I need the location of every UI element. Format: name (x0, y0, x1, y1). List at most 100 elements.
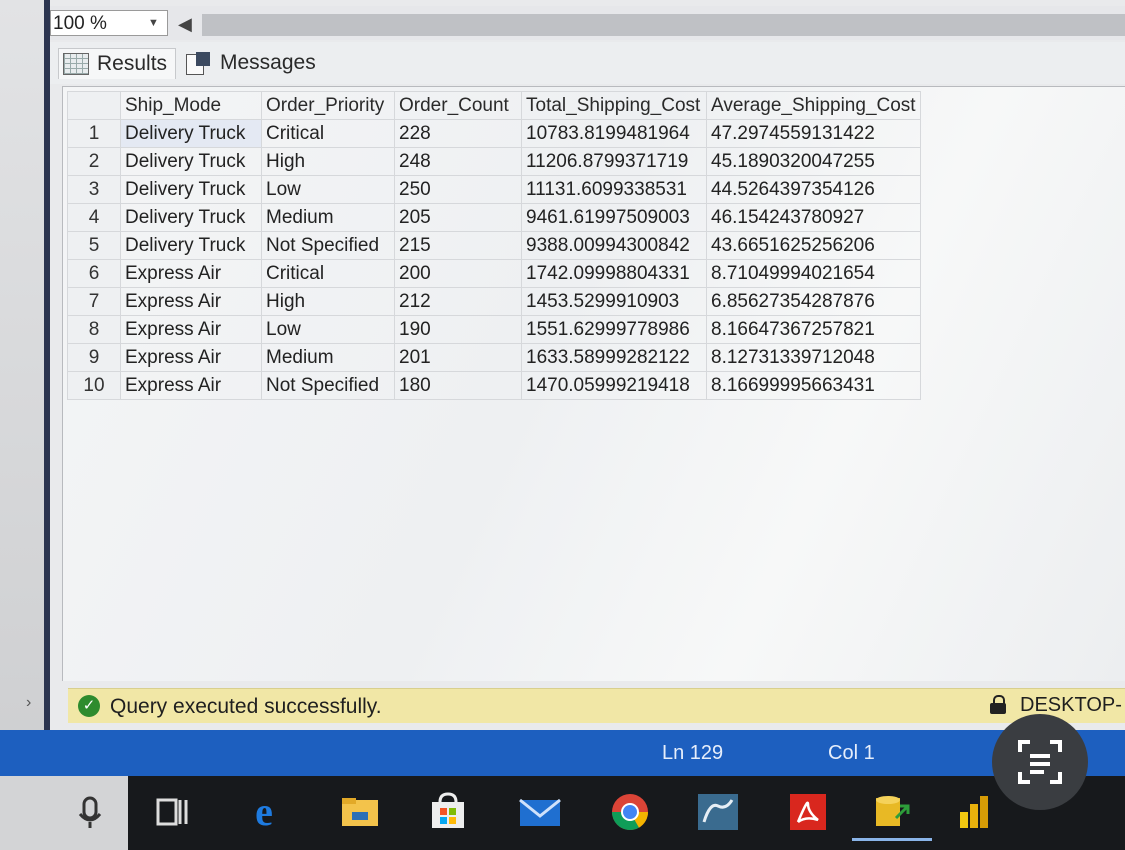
cell-avg[interactable]: 47.2974559131422 (706, 119, 921, 148)
cell-count[interactable]: 205 (394, 203, 522, 232)
store-icon[interactable] (426, 792, 470, 832)
text-scan-button[interactable] (992, 714, 1088, 810)
row-number[interactable]: 5 (67, 231, 121, 260)
row-number[interactable]: 4 (67, 203, 121, 232)
results-table: Ship_Mode Order_Priority Order_Count Tot… (67, 91, 921, 400)
horizontal-scrollbar[interactable] (202, 14, 1125, 36)
cell-priority[interactable]: Medium (261, 203, 395, 232)
row-number[interactable]: 8 (67, 315, 121, 344)
mail-icon[interactable] (518, 792, 562, 832)
row-number[interactable]: 7 (67, 287, 121, 316)
table-row[interactable]: 2 Delivery Truck High 248 11206.87993717… (67, 147, 921, 176)
tab-messages[interactable]: Messages (180, 48, 322, 78)
cell-count[interactable]: 228 (394, 119, 522, 148)
table-row[interactable]: 7 Express Air High 212 1453.5299910903 6… (67, 287, 921, 316)
cell-priority[interactable]: High (261, 287, 395, 316)
row-number[interactable]: 6 (67, 259, 121, 288)
cell-avg[interactable]: 45.1890320047255 (706, 147, 921, 176)
table-row[interactable]: 5 Delivery Truck Not Specified 215 9388.… (67, 231, 921, 260)
row-number[interactable]: 3 (67, 175, 121, 204)
table-row[interactable]: 8 Express Air Low 190 1551.62999778986 8… (67, 315, 921, 344)
cell-ship-mode[interactable]: Express Air (120, 315, 262, 344)
column-header[interactable]: Average_Shipping_Cost (706, 91, 921, 120)
table-row[interactable]: 3 Delivery Truck Low 250 11131.609933853… (67, 175, 921, 204)
column-header[interactable]: Order_Priority (261, 91, 395, 120)
results-grid[interactable]: Ship_Mode Order_Priority Order_Count Tot… (62, 86, 1125, 681)
row-number[interactable]: 9 (67, 343, 121, 372)
cell-ship-mode[interactable]: Delivery Truck (120, 119, 262, 148)
cell-priority[interactable]: Critical (261, 259, 395, 288)
cell-priority[interactable]: Not Specified (261, 371, 395, 400)
row-number[interactable]: 2 (67, 147, 121, 176)
cell-priority[interactable]: Low (261, 315, 395, 344)
scroll-left-icon[interactable]: ◀ (178, 14, 192, 35)
success-check-icon: ✓ (78, 695, 100, 717)
cell-count[interactable]: 201 (394, 343, 522, 372)
cell-ship-mode[interactable]: Delivery Truck (120, 203, 262, 232)
row-number[interactable]: 1 (67, 119, 121, 148)
column-header[interactable]: Ship_Mode (120, 91, 262, 120)
cell-ship-mode[interactable]: Express Air (120, 259, 262, 288)
chrome-icon[interactable] (608, 792, 652, 832)
cell-total[interactable]: 1453.5299910903 (521, 287, 707, 316)
cell-priority[interactable]: Critical (261, 119, 395, 148)
ssms-icon[interactable] (870, 792, 914, 832)
cell-total[interactable]: 1470.05999219418 (521, 371, 707, 400)
cell-total[interactable]: 9388.00994300842 (521, 231, 707, 260)
cell-total[interactable]: 10783.8199481964 (521, 119, 707, 148)
cell-total[interactable]: 11206.8799371719 (521, 147, 707, 176)
cell-priority[interactable]: Not Specified (261, 231, 395, 260)
acrobat-icon[interactable] (786, 792, 830, 832)
cell-count[interactable]: 212 (394, 287, 522, 316)
file-explorer-icon[interactable] (338, 792, 382, 832)
cell-ship-mode[interactable]: Delivery Truck (120, 231, 262, 260)
cell-count[interactable]: 250 (394, 175, 522, 204)
cell-ship-mode[interactable]: Delivery Truck (120, 147, 262, 176)
cell-ship-mode[interactable]: Express Air (120, 287, 262, 316)
cell-priority[interactable]: Medium (261, 343, 395, 372)
cell-avg[interactable]: 8.16647367257821 (706, 315, 921, 344)
cell-count[interactable]: 248 (394, 147, 522, 176)
task-view-icon[interactable] (150, 792, 194, 832)
mic-icon[interactable] (68, 792, 112, 832)
cell-ship-mode[interactable]: Delivery Truck (120, 175, 262, 204)
cell-count[interactable]: 200 (394, 259, 522, 288)
cell-total[interactable]: 9461.61997509003 (521, 203, 707, 232)
cell-priority[interactable]: Low (261, 175, 395, 204)
cell-total[interactable]: 1742.09998804331 (521, 259, 707, 288)
row-number-header[interactable] (67, 91, 121, 120)
mysql-icon[interactable] (696, 792, 740, 832)
table-row[interactable]: 1 Delivery Truck Critical 228 10783.8199… (67, 119, 921, 148)
cell-count[interactable]: 215 (394, 231, 522, 260)
cell-priority[interactable]: High (261, 147, 395, 176)
cell-ship-mode[interactable]: Express Air (120, 343, 262, 372)
editor-status-bar: Ln 129 Col 1 (0, 730, 1125, 776)
table-row[interactable]: 6 Express Air Critical 200 1742.09998804… (67, 259, 921, 288)
cell-count[interactable]: 180 (394, 371, 522, 400)
cell-avg[interactable]: 8.16699995663431 (706, 371, 921, 400)
cell-total[interactable]: 1633.58999282122 (521, 343, 707, 372)
cell-avg[interactable]: 6.85627354287876 (706, 287, 921, 316)
table-row[interactable]: 10 Express Air Not Specified 180 1470.05… (67, 371, 921, 400)
cell-ship-mode[interactable]: Express Air (120, 371, 262, 400)
cell-avg[interactable]: 8.71049994021654 (706, 259, 921, 288)
table-row[interactable]: 4 Delivery Truck Medium 205 9461.6199750… (67, 203, 921, 232)
cell-total[interactable]: 1551.62999778986 (521, 315, 707, 344)
cell-avg[interactable]: 8.12731339712048 (706, 343, 921, 372)
expand-arrow-icon[interactable]: › (26, 694, 31, 712)
table-row[interactable]: 9 Express Air Medium 201 1633.5899928212… (67, 343, 921, 372)
cell-avg[interactable]: 46.154243780927 (706, 203, 921, 232)
tab-results[interactable]: Results (58, 48, 177, 79)
column-header[interactable]: Total_Shipping_Cost (521, 91, 707, 120)
cell-total[interactable]: 11131.6099338531 (521, 175, 707, 204)
column-header[interactable]: Order_Count (394, 91, 522, 120)
cell-avg[interactable]: 44.5264397354126 (706, 175, 921, 204)
edge-icon[interactable]: e (242, 792, 286, 832)
row-number[interactable]: 10 (67, 371, 121, 400)
cell-avg[interactable]: 43.6651625256206 (706, 231, 921, 260)
power-bi-icon[interactable] (952, 792, 996, 832)
lock-icon (990, 695, 1006, 714)
chevron-down-icon[interactable]: ▼ (148, 10, 159, 36)
window-border (44, 0, 50, 730)
cell-count[interactable]: 190 (394, 315, 522, 344)
